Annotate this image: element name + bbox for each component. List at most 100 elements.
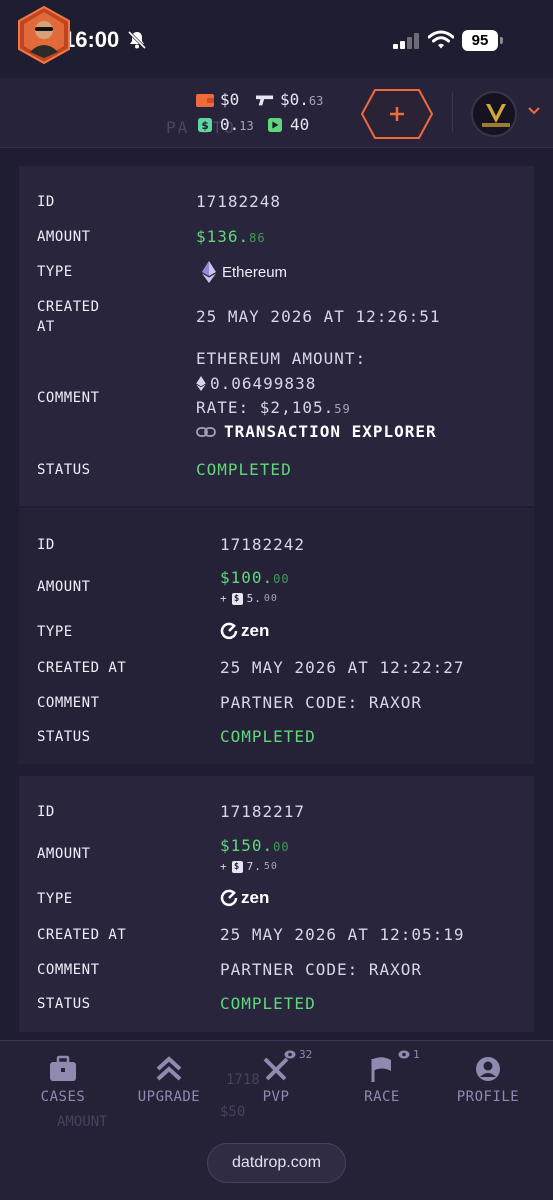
- created-label-line2: AT: [37, 319, 55, 335]
- ethereum-icon: [202, 261, 216, 283]
- transaction-amount: $150.00: [220, 836, 290, 855]
- partner-logo[interactable]: [471, 91, 517, 137]
- race-viewer-count: 1: [398, 1048, 420, 1061]
- amount-cents: 00: [273, 572, 290, 586]
- wallet-icon: [196, 93, 214, 107]
- bonus-main: 5.: [246, 592, 262, 605]
- transaction-amount: $136.86: [196, 227, 266, 246]
- created-label: CREATED AT: [37, 927, 127, 943]
- status-badge: COMPLETED: [220, 727, 316, 746]
- next-amount-ghost: $50: [220, 1104, 246, 1120]
- bonus-main: 7.: [246, 860, 262, 873]
- nav-race-label: RACE: [364, 1089, 400, 1105]
- zen-logo-icon: [220, 889, 238, 907]
- type-label: TYPE: [37, 624, 73, 640]
- status-label: STATUS: [37, 462, 91, 478]
- id-label: ID: [37, 194, 55, 210]
- battery-indicator: 95: [462, 30, 504, 51]
- url-bar[interactable]: datdrop.com: [207, 1143, 346, 1183]
- status-badge: COMPLETED: [196, 460, 292, 479]
- gun-balance-cents: 63: [308, 94, 324, 108]
- amount-main: $150.: [220, 836, 274, 855]
- chevron-down-icon[interactable]: [527, 106, 541, 116]
- wifi-icon: [428, 30, 454, 49]
- type-name: zen: [241, 888, 270, 907]
- nav-profile-label: PROFILE: [456, 1089, 520, 1105]
- pvp-viewer-count: 32: [284, 1048, 312, 1061]
- nav-cases-label: CASES: [40, 1089, 86, 1105]
- comment-text: PARTNER CODE: RAXOR: [220, 693, 423, 712]
- comment-rate: RATE: $2,105.59: [196, 398, 351, 417]
- wallet-balance[interactable]: $0: [196, 90, 239, 109]
- transaction-id: 17182248: [196, 192, 282, 211]
- battery-level: 95: [462, 30, 498, 51]
- header-divider: [452, 92, 453, 132]
- comment-eth-amount: 0.06499838: [196, 374, 316, 393]
- nav-upgrade[interactable]: UPGRADE: [124, 1055, 214, 1105]
- ticket-balance-value: 40: [290, 115, 310, 134]
- comment-label: COMMENT: [37, 390, 100, 406]
- gun-balance[interactable]: $0.63: [256, 90, 323, 109]
- gun-balance-value: $0.: [280, 90, 309, 109]
- amount-main: $100.: [220, 568, 274, 587]
- comment-eth-amount-label: ETHEREUM AMOUNT:: [196, 349, 367, 368]
- bonus-amount: + $5. 00: [220, 592, 278, 605]
- coin-balance-cents: 13: [239, 119, 254, 133]
- rate-cents: 59: [334, 402, 351, 416]
- transaction-type: Ethereum: [202, 261, 287, 283]
- dollar-coin-icon: $: [231, 592, 243, 605]
- created-at: 25 MAY 2026 AT 12:22:27: [220, 658, 465, 677]
- comment-label: COMMENT: [37, 695, 100, 711]
- bonus-cents: 00: [263, 593, 278, 604]
- bonus-amount: + $7. 50: [220, 860, 278, 873]
- type-name: Ethereum: [222, 263, 288, 281]
- next-amount-label-ghost: AMOUNT: [57, 1114, 108, 1130]
- transaction-explorer-label: TRANSACTION EXPLORER: [224, 422, 437, 441]
- race-viewer-count-value: 1: [413, 1048, 420, 1061]
- user-avatar[interactable]: [16, 6, 72, 64]
- amount-label: AMOUNT: [37, 229, 91, 245]
- zen-logo-icon: [220, 622, 238, 640]
- amount-label: AMOUNT: [37, 846, 91, 862]
- coin-balance[interactable]: $ 0.13: [196, 115, 254, 134]
- gun-icon: [256, 95, 274, 105]
- transaction-amount: $100.00: [220, 568, 290, 587]
- eth-amount-value: 0.06499838: [210, 374, 317, 393]
- amount-label: AMOUNT: [37, 579, 91, 595]
- add-funds-button[interactable]: [361, 89, 433, 139]
- nav-upgrade-label: UPGRADE: [137, 1089, 201, 1105]
- transaction-id: 17182242: [220, 535, 306, 554]
- flag-icon: [371, 1057, 391, 1082]
- eye-icon: [284, 1050, 296, 1059]
- amount-main: $136.: [196, 227, 250, 246]
- transaction-type: zen: [220, 888, 269, 908]
- nav-pvp[interactable]: PVP: [231, 1055, 321, 1105]
- dollar-coin-icon: $: [198, 117, 212, 132]
- amount-cents: 86: [249, 231, 266, 245]
- bell-off-icon: [127, 30, 147, 50]
- transaction-id: 17182217: [220, 802, 306, 821]
- transaction-card: [19, 166, 534, 506]
- svg-text:$: $: [201, 119, 208, 131]
- dollar-coin-icon: $: [231, 860, 243, 873]
- double-chevron-up-icon: [156, 1056, 182, 1081]
- coin-balance-value: 0.: [220, 115, 240, 134]
- created-label: CREATED AT: [37, 660, 127, 676]
- cellular-signal-icon: [393, 33, 419, 49]
- ethereum-icon: [196, 376, 206, 391]
- status-label: STATUS: [37, 996, 91, 1012]
- type-name: zen: [241, 621, 270, 640]
- eye-icon: [398, 1050, 410, 1059]
- battery-tip: [500, 37, 503, 44]
- type-label: TYPE: [37, 891, 73, 907]
- ticket-balance[interactable]: 40: [266, 115, 309, 134]
- nav-cases[interactable]: CASES: [18, 1055, 108, 1105]
- status-label: STATUS: [37, 729, 91, 745]
- nav-pvp-label: PVP: [262, 1089, 290, 1105]
- nav-race[interactable]: RACE: [337, 1055, 427, 1105]
- transaction-explorer-link[interactable]: TRANSACTION EXPLORER: [196, 422, 437, 441]
- id-label: ID: [37, 537, 55, 553]
- nav-profile[interactable]: PROFILE: [443, 1055, 533, 1105]
- briefcase-icon: [50, 1055, 76, 1081]
- wallet-balance-value: $0: [220, 90, 240, 109]
